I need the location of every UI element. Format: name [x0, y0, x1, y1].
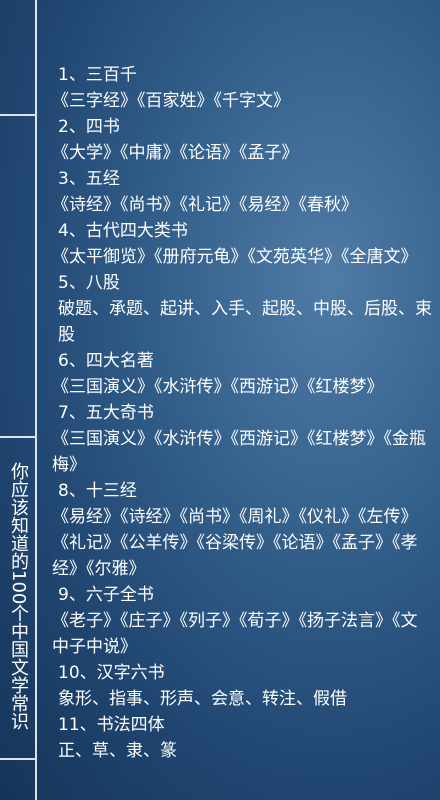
section-body: 《诗经》《尚书》《礼记》《易经》《春秋》 — [52, 195, 358, 215]
section-title: 11、书法四体 — [58, 715, 165, 735]
section-6: 6、四大名著 《三国演义》《水浒传》《西游记》《红楼梦》 — [52, 348, 434, 400]
section-body: 《太平御览》《册府元龟》《文苑英华》《全唐文》 — [52, 247, 418, 267]
divider-line — [0, 114, 35, 116]
section-title: 5、八股 — [58, 273, 120, 293]
section-title: 9、六子全书 — [58, 585, 154, 605]
section-body: 《三字经》《百家姓》《千字文》 — [52, 91, 290, 111]
section-body: 《三国演义》《水浒传》《西游记》《红楼梦》《金瓶梅》 — [52, 429, 426, 475]
section-body: 象形、指事、形声、会意、转注、假借 — [58, 689, 347, 709]
section-4: 4、古代四大类书 《太平御览》《册府元龟》《文苑英华》《全唐文》 — [52, 218, 434, 270]
section-7: 7、五大奇书 《三国演义》《水浒传》《西游记》《红楼梦》《金瓶梅》 — [52, 400, 434, 478]
section-body: 《大学》《中庸》《论语》《孟子》 — [52, 143, 299, 163]
section-body: 《老子》《庄子》《列子》《荀子》《扬子法言》《文中子中说》 — [52, 611, 418, 657]
section-title: 10、汉字六书 — [58, 663, 165, 683]
section-5: 5、八股 破题、承题、起讲、入手、起股、中股、后股、束股 — [52, 270, 434, 348]
section-8: 8、十三经 《易经》《诗经》《尚书》《周礼》《仪礼》《左传》《礼记》《公羊传》《… — [52, 478, 434, 582]
section-title: 7、五大奇书 — [58, 403, 154, 423]
section-body: 《易经》《诗经》《尚书》《周礼》《仪礼》《左传》《礼记》《公羊传》《谷梁传》《论… — [52, 507, 418, 579]
vertical-title: 你应该知道的100个中国文学常识 — [8, 462, 29, 731]
section-title: 6、四大名著 — [58, 351, 154, 371]
sidebar: 你应该知道的100个中国文学常识 — [0, 0, 36, 800]
section-body: 正、草、隶、篆 — [58, 741, 177, 761]
content-list: 1、三百千 《三字经》《百家姓》《千字文》 2、四书 《大学》《中庸》《论语》《… — [52, 62, 434, 764]
section-2: 2、四书 《大学》《中庸》《论语》《孟子》 — [52, 114, 434, 166]
divider-line — [0, 758, 35, 760]
section-9: 9、六子全书 《老子》《庄子》《列子》《荀子》《扬子法言》《文中子中说》 — [52, 582, 434, 660]
vertical-divider — [35, 0, 37, 800]
section-1: 1、三百千 《三字经》《百家姓》《千字文》 — [52, 62, 434, 114]
section-10: 10、汉字六书 象形、指事、形声、会意、转注、假借 — [52, 660, 434, 712]
section-title: 4、古代四大类书 — [58, 221, 188, 241]
section-title: 3、五经 — [58, 169, 120, 189]
section-body: 破题、承题、起讲、入手、起股、中股、后股、束股 — [58, 299, 432, 345]
section-11: 11、书法四体 正、草、隶、篆 — [52, 712, 434, 764]
section-title: 1、三百千 — [58, 65, 137, 85]
section-title: 2、四书 — [58, 117, 120, 137]
section-body: 《三国演义》《水浒传》《西游记》《红楼梦》 — [52, 377, 384, 397]
section-3: 3、五经 《诗经》《尚书》《礼记》《易经》《春秋》 — [52, 166, 434, 218]
divider-line — [0, 436, 35, 438]
section-title: 8、十三经 — [58, 481, 137, 501]
